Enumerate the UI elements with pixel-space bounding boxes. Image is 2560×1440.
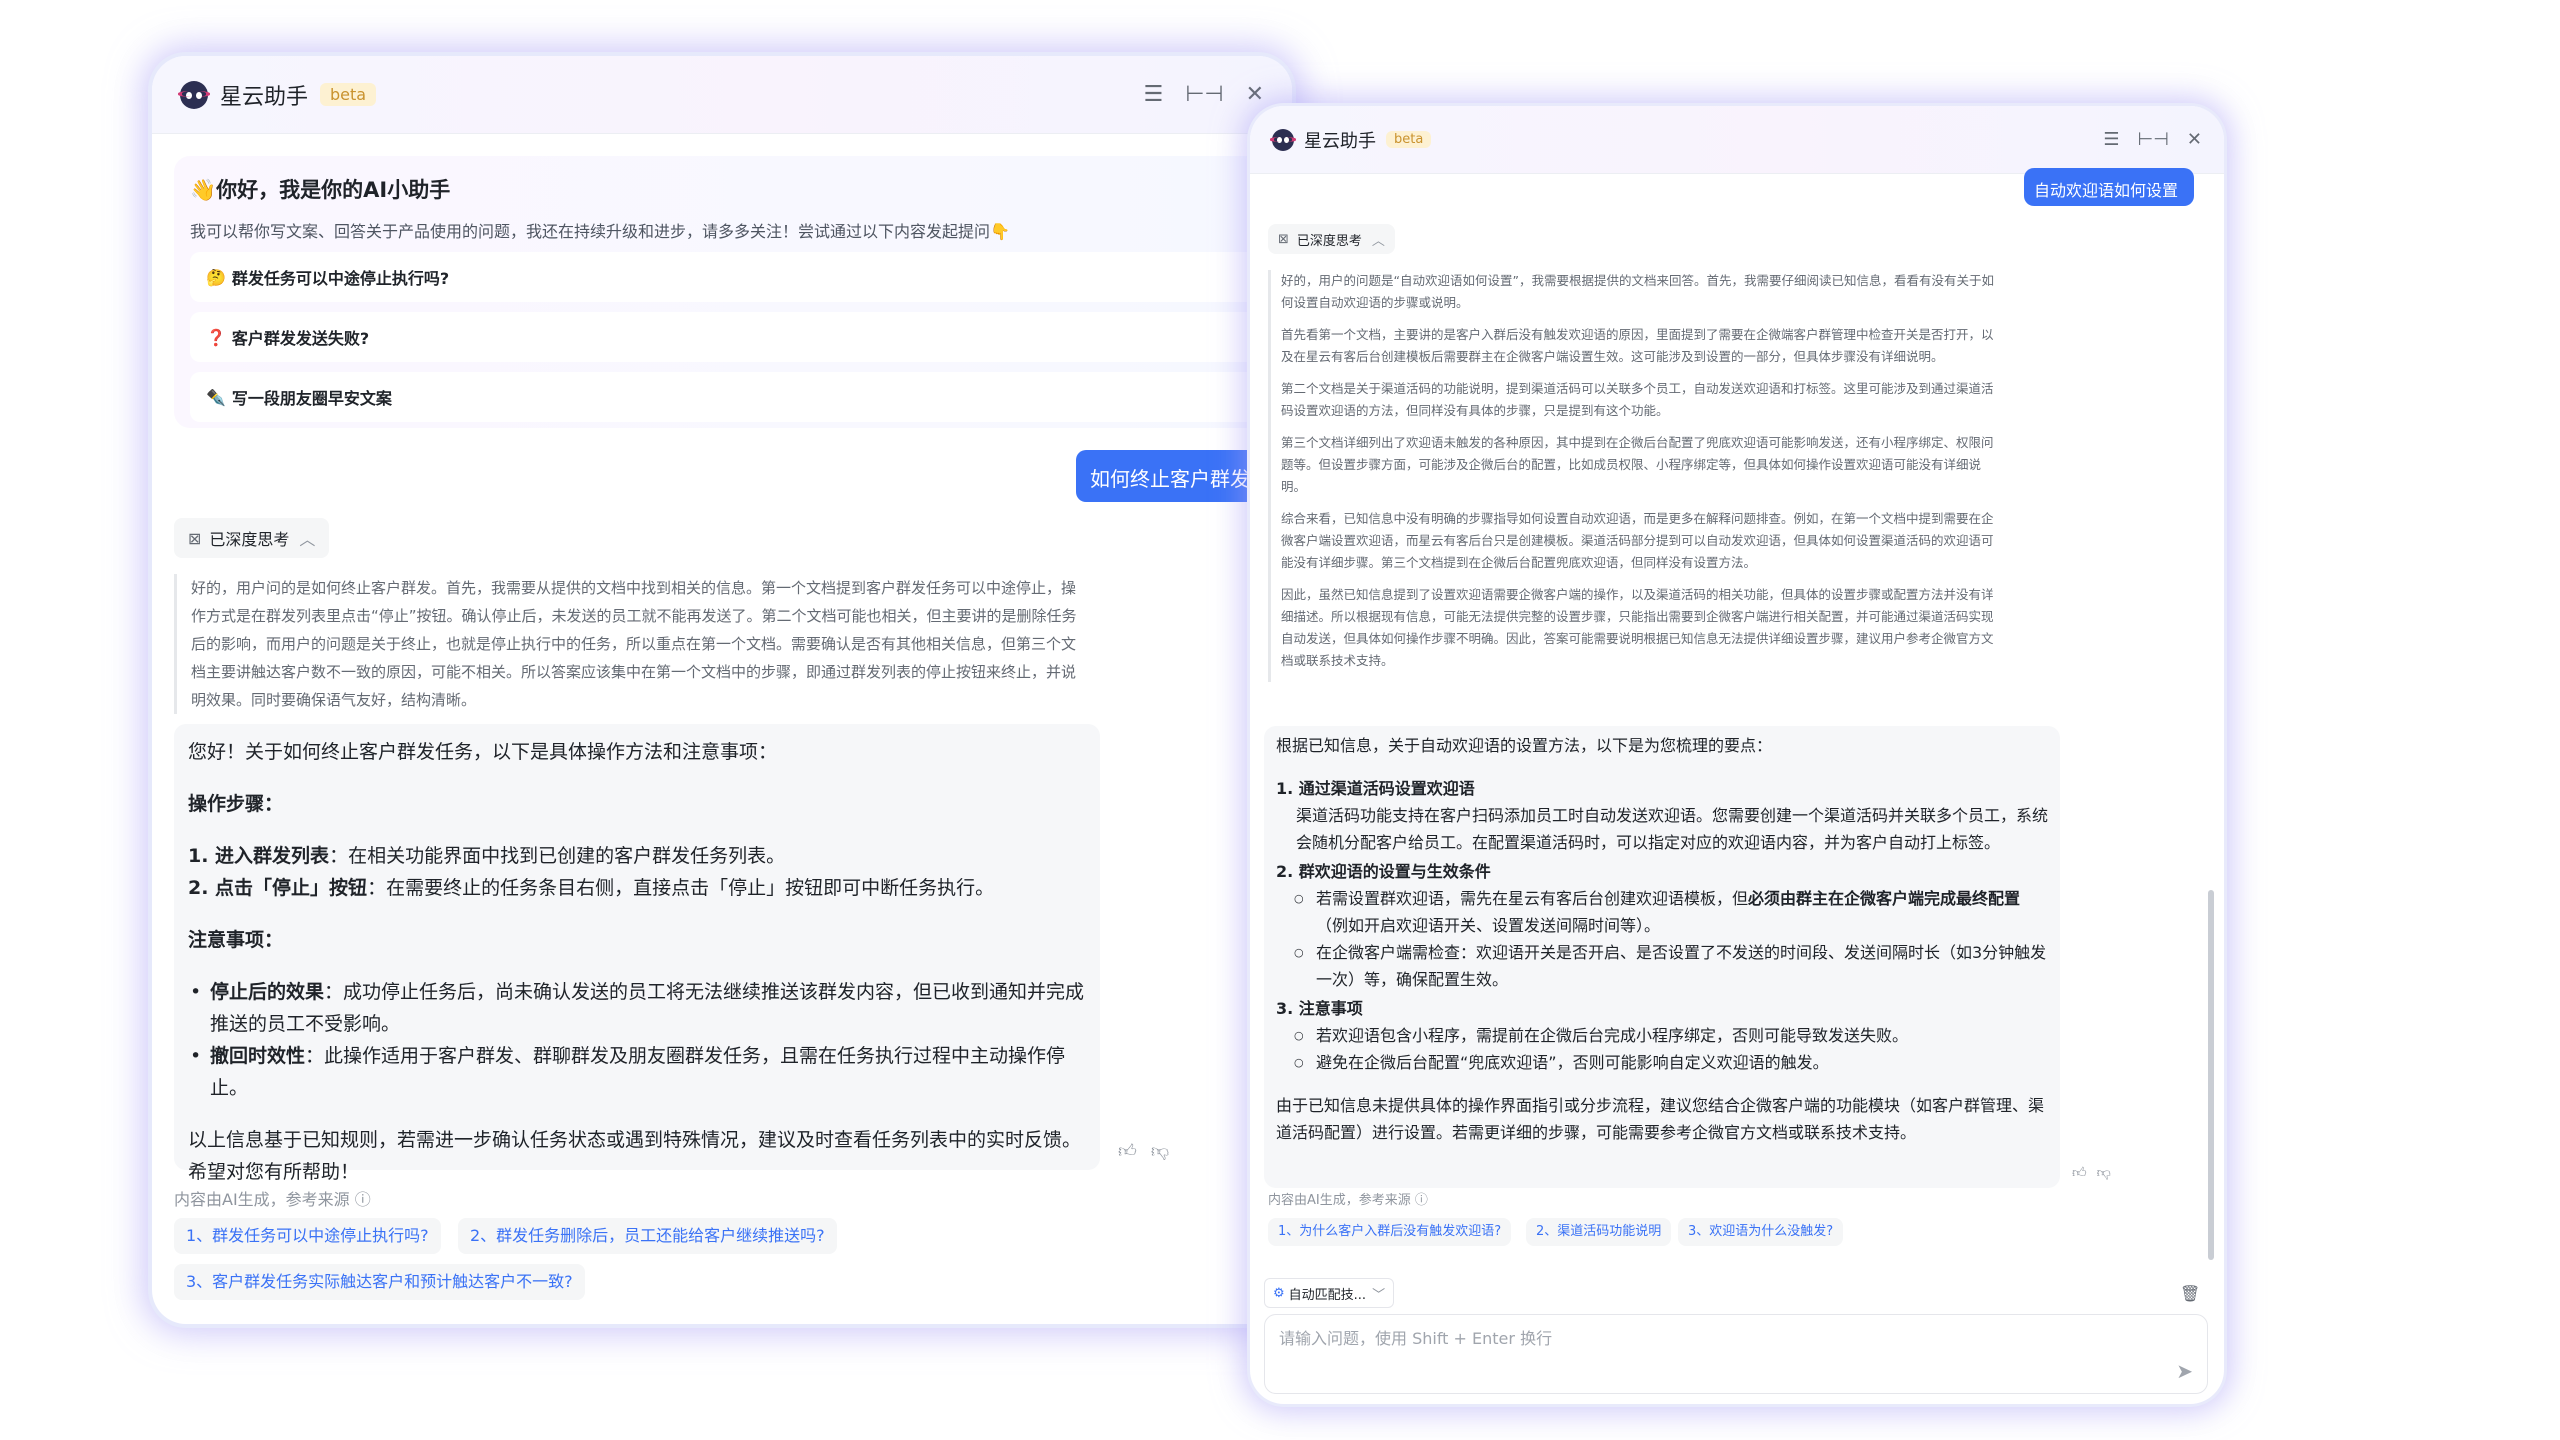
answer-item: 3. 注意事项 若欢迎语包含小程序，需提前在企微后台完成小程序绑定，否则可能导致…: [1276, 995, 2048, 1076]
title-bar: 星云助手 beta ☰ ⊢⊣ ✕: [1250, 106, 2224, 174]
chevron-up-icon: ︿: [1371, 233, 1385, 249]
source-note: 内容由AI生成，参考来源 ⓘ: [1268, 1193, 1428, 1208]
welcome-title: 👋你好，我是你的AI小助手: [190, 178, 451, 202]
chat-input-box: ➤: [1264, 1314, 2208, 1394]
send-icon[interactable]: ➤: [2176, 1359, 2193, 1383]
title-actions: ☰ ⊢⊣ ✕: [2103, 130, 2202, 149]
expand-icon[interactable]: ⊢⊣: [2138, 130, 2169, 149]
expand-icon[interactable]: ⊢⊣: [1185, 83, 1223, 106]
robot-logo: [1270, 128, 1296, 151]
answer-outro: 以上信息基于已知规则，若需进一步确认任务状态或遇到特殊情况，建议及时查看任务列表…: [188, 1129, 1082, 1183]
thinking-text: 好的，用户问的是如何终止客户群发。首先，我需要从提供的文档中找到相关的信息。第一…: [174, 574, 1084, 714]
question-mark-icon: ❓: [206, 327, 226, 347]
reference-link[interactable]: 2、渠道活码功能说明: [1526, 1218, 1672, 1246]
suggestion-text: 客户群发发送失败?: [231, 329, 370, 348]
answer-subitem: 若欢迎语包含小程序，需提前在企微后台完成小程序绑定，否则可能导致发送失败。: [1276, 1022, 2048, 1049]
assistant-answer: 您好！关于如何终止客户群发任务，以下是具体操作方法和注意事项： 操作步骤： 1.…: [174, 724, 1100, 1183]
step-item: 2. 点击「停止」按钮：在需要终止的任务条目右侧，直接点击「停止」按钮即可中断任…: [188, 877, 995, 899]
reference-link[interactable]: 1、群发任务可以中途停止执行吗?: [174, 1218, 441, 1254]
thinking-text: 好的，用户的问题是“自动欢迎语如何设置”，我需要根据提供的文档来回答。首先，我需…: [1268, 270, 1994, 682]
trash-icon[interactable]: 🗑︎: [2180, 1284, 2200, 1303]
answer-outro: 由于已知信息未提供具体的操作界面指引或分步流程，建议您结合企微客户端的功能模块（…: [1276, 1096, 2045, 1142]
reference-link[interactable]: 3、客户群发任务实际触达客户和预计触达客户不一致?: [174, 1264, 585, 1300]
thinking-paragraph: 好的，用户的问题是“自动欢迎语如何设置”，我需要根据提供的文档来回答。首先，我需…: [1281, 273, 1994, 310]
suggestion-item[interactable]: ✒️ 写一段朋友圈早安文案: [190, 372, 1276, 422]
menu-icon[interactable]: ☰: [1144, 83, 1164, 106]
welcome-card: 👋你好，我是你的AI小助手 我可以帮你写文案、回答关于产品使用的问题，我还在持续…: [174, 156, 1292, 428]
thumbs-down-icon[interactable]: 👎︎: [1151, 1140, 1169, 1162]
thumbs-up-icon[interactable]: 👍︎: [1118, 1140, 1137, 1162]
answer-subitem: 避免在企微后台配置“兜底欢迎语”，否则可能影响自定义欢迎语的触发。: [1276, 1049, 2048, 1076]
thumbs-up-icon[interactable]: 👍︎: [2072, 1164, 2087, 1181]
close-icon[interactable]: ✕: [2187, 130, 2202, 149]
feedback-buttons: 👍︎ 👎︎: [1118, 1140, 1169, 1162]
answer-item: 2. 群欢迎语的设置与生效条件 若需设置群欢迎语，需先在星云有客后台创建欢迎语模…: [1276, 858, 2048, 993]
user-message: 自动欢迎语如何设置: [2024, 168, 2194, 206]
chevron-up-icon: ︿: [299, 530, 316, 549]
suggestion-item[interactable]: 🤔 群发任务可以中途停止执行吗?: [190, 252, 1276, 302]
reference-link[interactable]: 1、为什么客户入群后没有触发欢迎语?: [1268, 1218, 1512, 1246]
close-icon[interactable]: ✕: [1246, 83, 1264, 106]
thinking-emoji-icon: 🤔: [206, 267, 226, 287]
chevron-down-icon: ﹀: [1372, 1287, 1386, 1303]
thinking-toggle[interactable]: ⊠ 已深度思考 ︿: [174, 518, 330, 558]
assistant-window-left: 星云助手 beta ☰ ⊢⊣ ✕ 👋你好，我是你的AI小助手 我可以帮你写文案、…: [152, 56, 1292, 1324]
menu-icon[interactable]: ☰: [2103, 130, 2119, 149]
thinking-paragraph: 第三个文档详细列出了欢迎语未触发的各种原因，其中提到在企微后台配置了兜底欢迎语可…: [1281, 435, 1994, 494]
pen-icon: ✒️: [206, 387, 226, 407]
reference-link[interactable]: 3、欢迎语为什么没触发?: [1678, 1218, 1844, 1246]
reference-link[interactable]: 2、群发任务删除后，员工还能给客户继续推送吗?: [458, 1218, 837, 1254]
answer-item: 1. 通过渠道活码设置欢迎语 渠道活码功能支持在客户扫码添加员工时自动发送欢迎语…: [1276, 779, 2049, 852]
thinking-paragraph: 第二个文档是关于渠道活码的功能说明，提到渠道活码可以关联多个员工，自动发送欢迎语…: [1281, 381, 1994, 418]
thinking-paragraph: 首先看第一个文档，主要讲的是客户入群后没有触发欢迎语的原因，里面提到了需要在企微…: [1281, 327, 1994, 364]
app-title: 星云助手: [1304, 130, 1376, 152]
thinking-label: 已深度思考: [1296, 233, 1362, 249]
think-icon: ⊠: [188, 528, 202, 548]
beta-badge: beta: [320, 83, 377, 106]
suggestion-text: 写一段朋友圈早安文案: [231, 389, 392, 408]
feedback-buttons: 👍︎ 👎︎: [2072, 1164, 2111, 1181]
thumbs-down-icon[interactable]: 👎︎: [2097, 1164, 2111, 1181]
thinking-paragraph: 综合来看，已知信息中没有明确的步骤指导如何设置自动欢迎语，而是更多在解释问题排查…: [1281, 511, 1994, 570]
chat-input[interactable]: [1279, 1329, 2159, 1348]
notes-list: 停止后的效果：成功停止任务后，尚未确认发送的员工将无法继续推送该群发内容，但已收…: [188, 976, 1086, 1104]
note-item: 停止后的效果：成功停止任务后，尚未确认发送的员工将无法继续推送该群发内容，但已收…: [188, 976, 1086, 1040]
step-item: 1. 进入群发列表：在相关功能界面中找到已创建的客户群发任务列表。: [188, 845, 786, 867]
assistant-window-right: 星云助手 beta ☰ ⊢⊣ ✕ 自动欢迎语如何设置 ⊠ 已深度思考 ︿ 好的，…: [1250, 106, 2224, 1404]
suggestion-text: 群发任务可以中途停止执行吗?: [231, 269, 450, 288]
mode-select[interactable]: ⚙ 自动匹配技... ﹀: [1264, 1278, 1395, 1308]
thinking-paragraph: 因此，虽然已知信息提到了设置欢迎语需要企微客户端的操作，以及渠道活码的相关功能，…: [1281, 587, 1994, 668]
beta-badge: beta: [1386, 131, 1432, 148]
thinking-toggle[interactable]: ⊠ 已深度思考 ︿: [1268, 224, 1395, 254]
scrollbar[interactable]: [2208, 890, 2214, 1260]
note-item: 撤回时效性：此操作适用于客户群发、群聊群发及朋友圈群发任务，且需在任务执行过程中…: [188, 1040, 1086, 1104]
welcome-desc: 我可以帮你写文案、回答关于产品使用的问题，我还在持续升级和进步，请多多关注！尝试…: [190, 222, 1010, 241]
title-actions: ☰ ⊢⊣ ✕: [1144, 83, 1265, 106]
steps-title: 操作步骤：: [188, 793, 284, 815]
skill-icon: ⚙: [1273, 1285, 1285, 1301]
answer-intro: 您好！关于如何终止客户群发任务，以下是具体操作方法和注意事项：: [188, 741, 778, 763]
source-note: 内容由AI生成，参考来源 ⓘ: [174, 1190, 371, 1209]
title-bar: 星云助手 beta ☰ ⊢⊣ ✕: [152, 56, 1292, 134]
think-icon: ⊠: [1278, 231, 1289, 247]
answer-subitem: 若需设置群欢迎语，需先在星云有客后台创建欢迎语模板，但必须由群主在企微客户端完成…: [1276, 885, 2048, 939]
answer-subitem: 在企微客户端需检查：欢迎语开关是否开启、是否设置了不发送的时间段、发送间隔时长（…: [1276, 939, 2048, 993]
answer-intro: 根据已知信息，关于自动欢迎语的设置方法，以下是为您梳理的要点：: [1276, 736, 1773, 755]
suggestion-item[interactable]: ❓ 客户群发发送失败?: [190, 312, 1276, 362]
assistant-answer: 根据已知信息，关于自动欢迎语的设置方法，以下是为您梳理的要点： 1. 通过渠道活…: [1264, 726, 2060, 1188]
notes-title: 注意事项：: [188, 929, 284, 951]
mode-label: 自动匹配技...: [1288, 1287, 1367, 1303]
robot-logo: [177, 80, 211, 109]
steps-list: 1. 进入群发列表：在相关功能界面中找到已创建的客户群发任务列表。 2. 点击「…: [188, 840, 1086, 904]
app-title: 星云助手: [220, 84, 309, 110]
thinking-label: 已深度思考: [209, 530, 290, 549]
